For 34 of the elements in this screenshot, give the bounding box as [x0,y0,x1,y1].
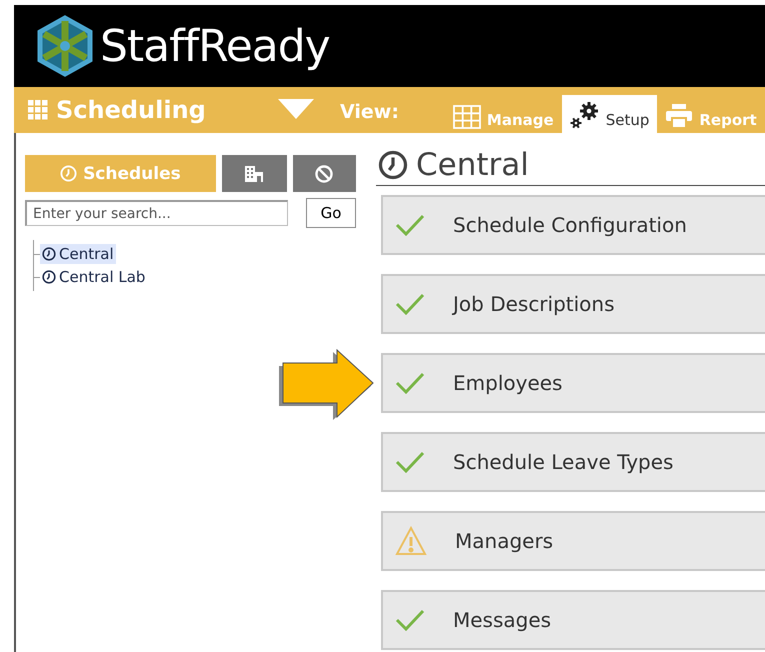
gears-icon [570,101,600,129]
building-icon [245,166,264,182]
printer-icon [665,103,694,129]
check-icon [395,214,425,236]
setup-step[interactable]: Managers [381,511,765,571]
grid-icon [452,105,481,129]
check-icon [395,609,425,631]
search-field[interactable]: Enter your search... [25,200,288,226]
view-label: View: [340,101,399,125]
clock-icon [60,165,78,182]
sidebar-tab[interactable] [222,155,287,192]
prohibited-icon [315,164,334,182]
logo-icon [36,15,94,77]
setup-step[interactable]: Job Descriptions [381,274,765,334]
setup-step[interactable]: Messages [381,590,765,650]
app-grid-icon [28,100,48,120]
tree-item[interactable]: Central [40,244,116,264]
tree-item[interactable]: Central Lab [40,267,148,287]
clock-icon [42,247,56,261]
title-text: Central [416,147,529,183]
check-icon [395,372,425,394]
go-button[interactable]: Go [306,198,356,228]
clock-icon [42,270,56,284]
brand-name: StaffReady [100,20,330,72]
view-tab[interactable]: Setup [562,95,658,133]
check-icon [395,293,425,315]
sidebar-tab[interactable] [292,155,356,192]
module-title: Scheduling [14,96,278,133]
setup-step[interactable]: Schedule Leave Types [381,432,765,492]
setup-step[interactable]: Employees [381,353,765,413]
setup-step[interactable]: Schedule Configuration [381,195,765,255]
clock-icon [378,150,408,180]
check-icon [395,451,425,473]
warning-icon [395,526,427,556]
